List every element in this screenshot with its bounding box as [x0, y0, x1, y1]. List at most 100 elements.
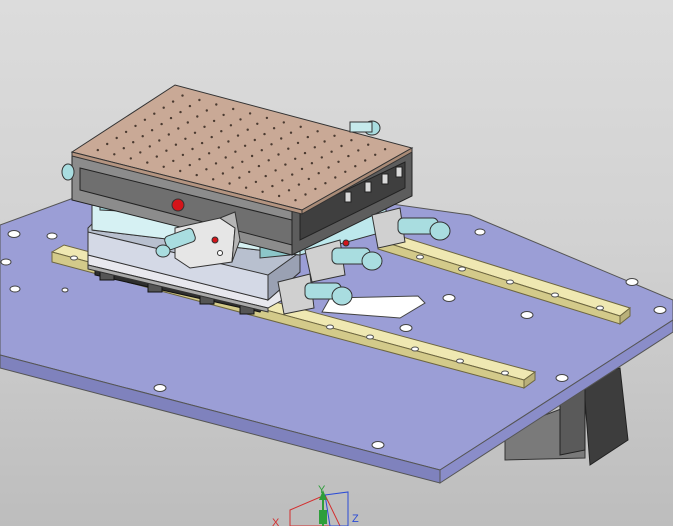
tapped-hole: [267, 159, 270, 162]
tapped-hole: [122, 147, 126, 150]
tapped-hole: [169, 116, 173, 120]
tapped-hole: [162, 165, 165, 168]
tapped-hole: [287, 147, 290, 150]
tapped-hole: [143, 118, 147, 122]
tapped-hole: [310, 162, 314, 165]
tapped-hole: [354, 165, 357, 168]
tapped-hole: [334, 176, 337, 179]
tapped-hole: [115, 136, 118, 140]
tapped-hole: [221, 172, 225, 175]
tapped-hole: [217, 146, 220, 149]
triad-label-z: Z: [352, 513, 359, 525]
tapped-hole: [171, 100, 175, 103]
tapped-hole: [188, 104, 192, 108]
tapped-hole: [244, 186, 248, 189]
tapped-hole: [238, 176, 241, 179]
red-marker-icon: [171, 198, 185, 212]
tapped-hole: [224, 156, 227, 159]
tapped-hole: [207, 152, 211, 155]
tapped-hole: [146, 161, 149, 164]
axis-triad[interactable]: Y X Z: [272, 484, 359, 526]
tapped-hole: [227, 140, 230, 143]
tapped-hole: [367, 143, 370, 146]
tapped-hole: [222, 113, 225, 117]
tapped-hole: [212, 178, 215, 181]
tapped-hole: [158, 139, 161, 142]
tapped-hole: [344, 170, 347, 173]
tapped-hole: [212, 119, 216, 123]
tapped-hole: [205, 168, 208, 171]
tapped-hole: [132, 141, 135, 144]
tapped-hole: [96, 148, 100, 152]
tapped-hole: [179, 169, 182, 173]
tapped-hole: [184, 137, 187, 140]
tapped-hole: [265, 116, 269, 120]
triad-label-x: X: [272, 517, 280, 526]
tapped-hole: [324, 182, 327, 185]
tapped-hole: [299, 125, 302, 128]
tapped-hole: [141, 135, 144, 138]
tapped-hole: [215, 103, 218, 106]
left-knob[interactable]: [61, 163, 75, 181]
tapped-hole: [198, 158, 201, 161]
tapped-hole: [236, 134, 240, 137]
tapped-hole: [270, 143, 273, 146]
tapped-hole: [205, 109, 208, 112]
tapped-hole: [139, 151, 142, 154]
tapped-hole: [229, 124, 233, 127]
tapped-hole: [155, 155, 158, 158]
tapped-hole: [357, 149, 360, 152]
tapped-hole: [200, 141, 204, 145]
tapped-hole: [250, 154, 254, 158]
tapped-hole: [228, 182, 231, 185]
tapped-hole: [291, 173, 294, 176]
tapped-hole: [165, 149, 168, 152]
tapped-hole: [260, 149, 263, 152]
tapped-hole: [106, 142, 109, 146]
tapped-hole: [350, 139, 353, 142]
tapped-hole: [254, 180, 258, 184]
tapped-hole: [188, 163, 191, 167]
tapped-hole: [186, 121, 189, 124]
tapped-hole: [220, 130, 223, 133]
tapped-hole: [248, 112, 252, 115]
tapped-hole: [330, 150, 333, 153]
tapped-hole: [210, 135, 213, 139]
tapped-hole: [198, 98, 201, 102]
tapped-hole: [333, 134, 336, 137]
tapped-hole: [191, 147, 194, 151]
tapped-hole: [306, 135, 309, 139]
tapped-hole: [271, 184, 274, 188]
tapped-hole: [294, 199, 297, 202]
tapped-hole: [203, 125, 206, 128]
tapped-hole: [320, 156, 323, 159]
tapped-hole: [347, 154, 350, 158]
tapped-hole: [179, 110, 182, 114]
tapped-hole: [327, 166, 330, 169]
tapped-hole: [264, 174, 267, 178]
tapped-hole: [304, 193, 307, 196]
tapped-hole: [246, 128, 249, 131]
tapped-hole: [296, 141, 300, 145]
tapped-hole: [172, 159, 175, 163]
tapped-hole: [167, 133, 170, 136]
tapped-hole: [150, 129, 154, 132]
cad-viewport[interactable]: Y X Z: [0, 0, 673, 526]
tapped-hole: [337, 160, 340, 163]
cad-scene[interactable]: Y X Z: [0, 0, 673, 526]
tapped-hole: [307, 177, 310, 181]
tapped-hole: [113, 153, 116, 156]
tapped-hole: [257, 164, 261, 168]
tapped-hole: [134, 124, 137, 128]
tapped-hole: [294, 157, 297, 160]
tapped-hole: [317, 172, 320, 175]
tapped-hole: [340, 144, 343, 148]
tapped-hole: [277, 153, 280, 156]
tapped-hole: [160, 122, 163, 126]
tapped-hole: [364, 159, 367, 162]
tapped-hole: [300, 167, 304, 171]
tapped-hole: [313, 146, 316, 149]
tapped-hole: [323, 140, 326, 143]
tapped-hole: [196, 115, 199, 118]
tapped-hole: [374, 153, 377, 156]
